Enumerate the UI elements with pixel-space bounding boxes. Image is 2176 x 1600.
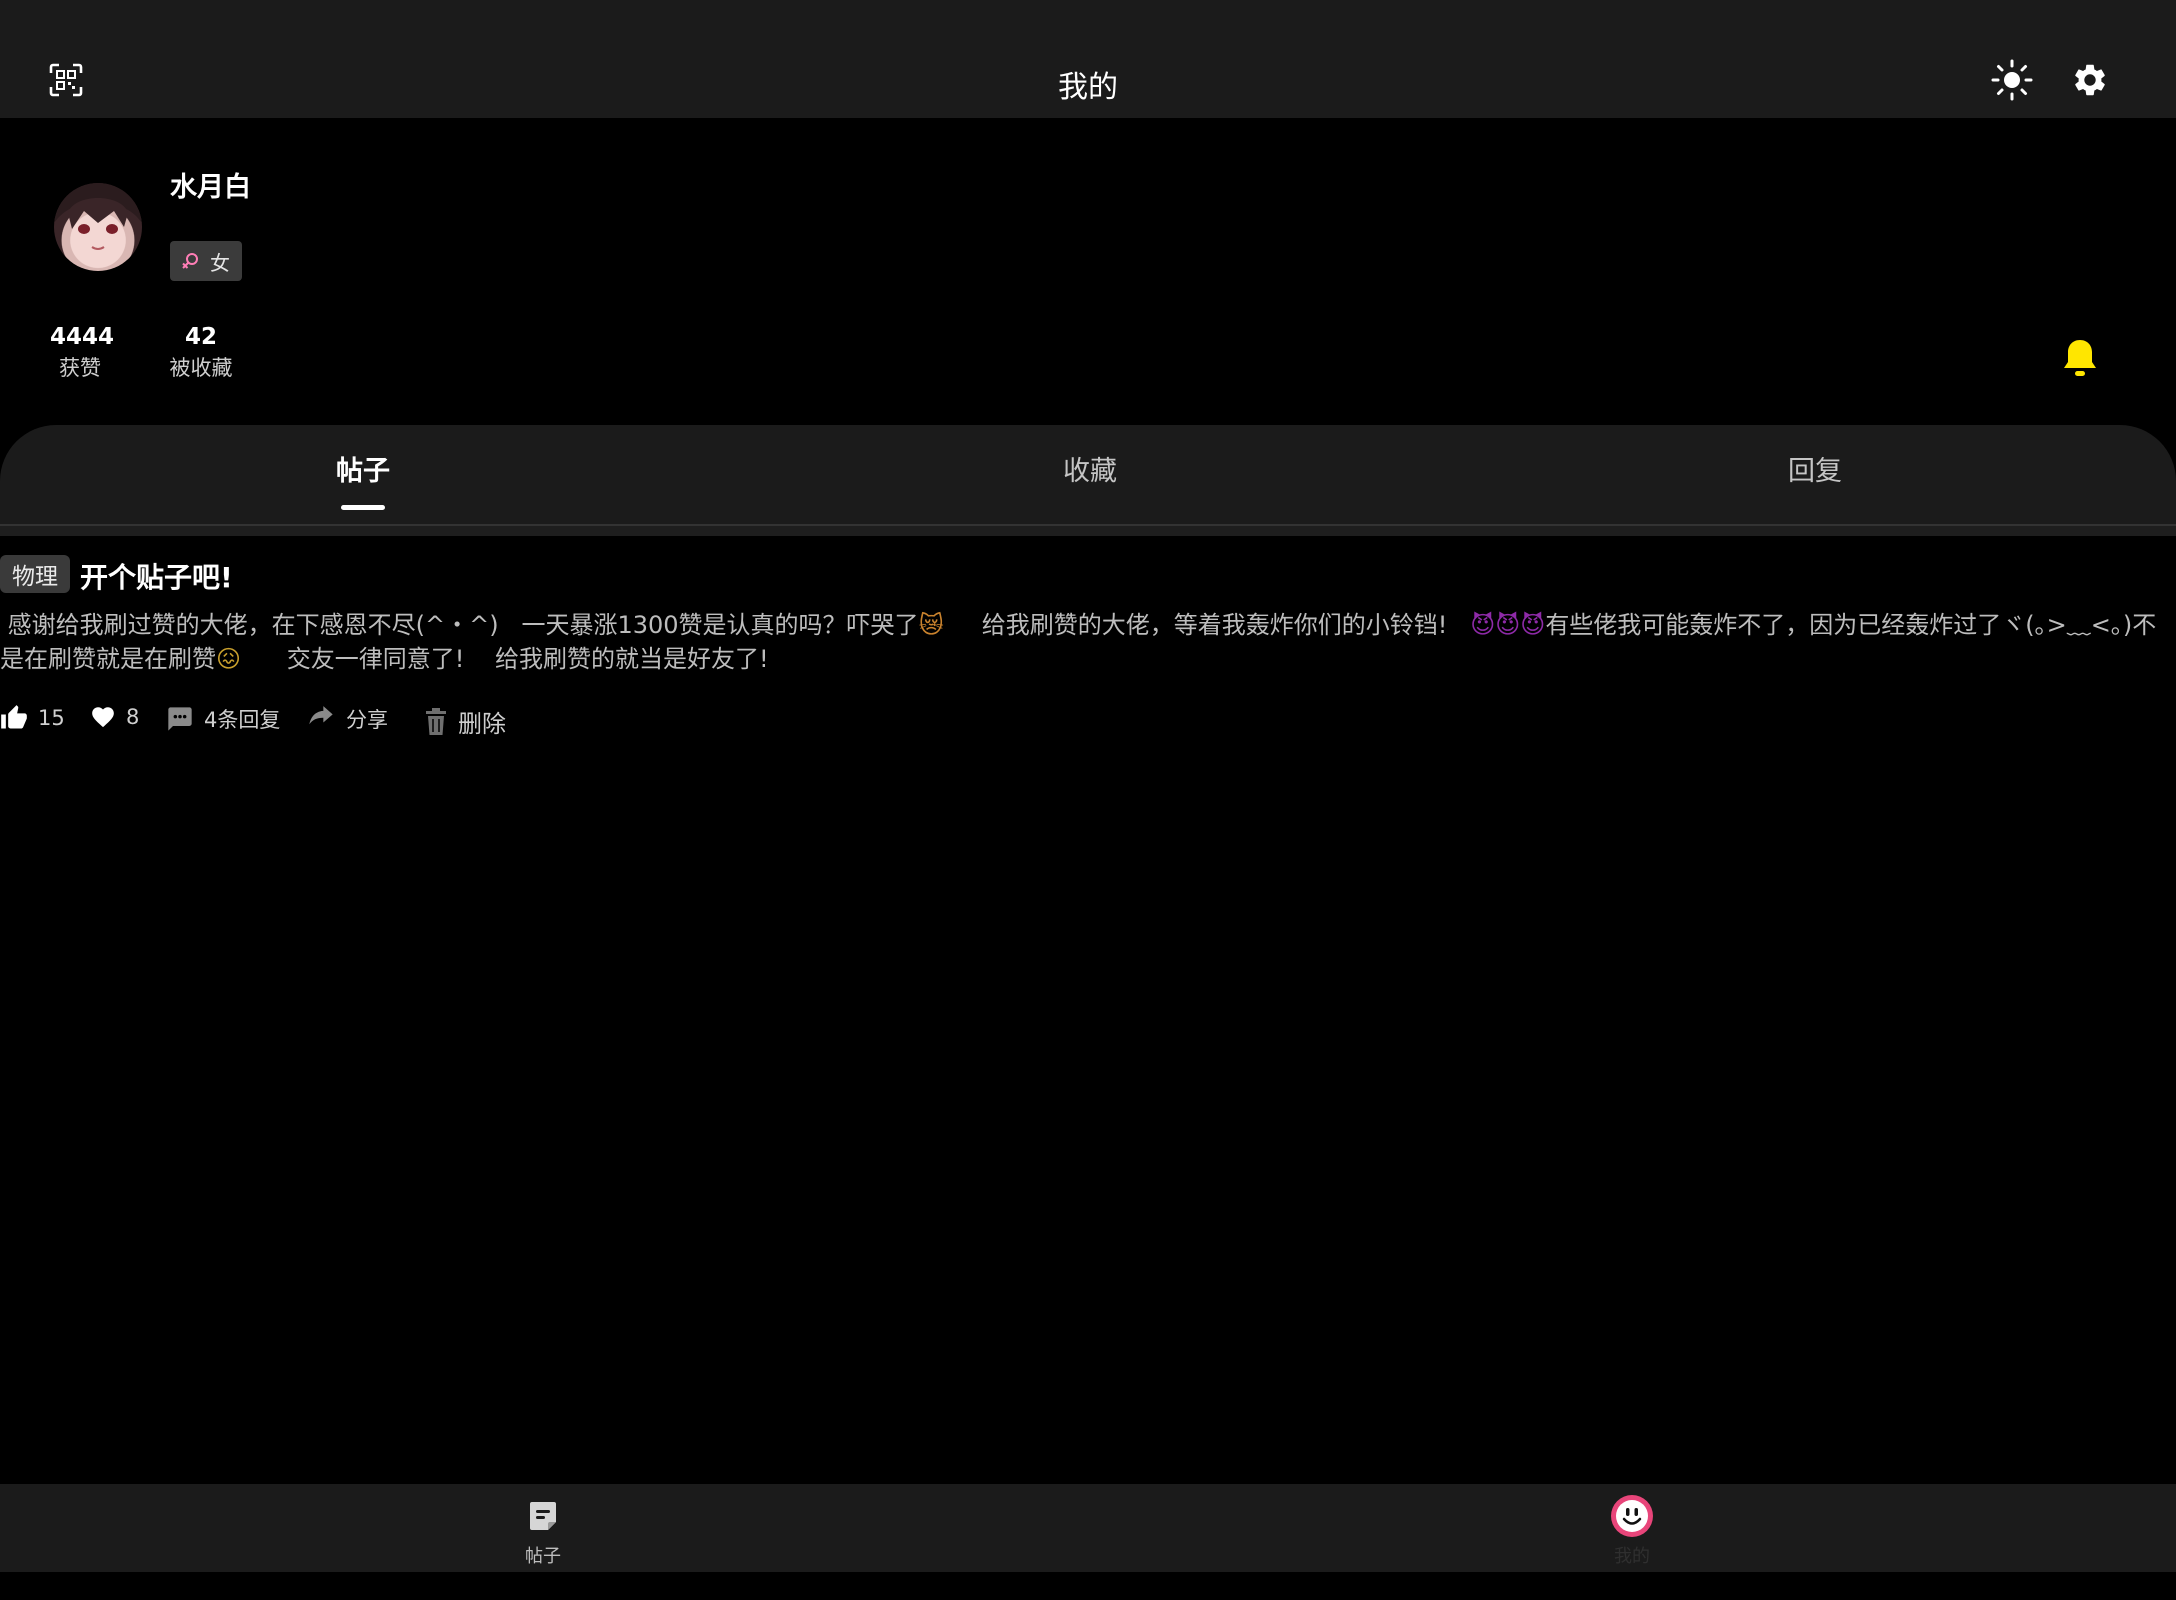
gender-badge: 女 <box>170 241 242 281</box>
female-symbol-icon <box>182 253 198 269</box>
top-app-bar: 我的 <box>0 0 2176 118</box>
confounded-face-emoji: 😖 <box>216 645 242 673</box>
favorited-label: 被收藏 <box>169 356 233 380</box>
nav-me-icon-wrap <box>1610 1494 1654 1538</box>
delete-label: 删除 <box>458 710 506 738</box>
trash-icon <box>426 707 446 735</box>
nav-me-label: 我的 <box>1614 1546 1650 1567</box>
share-button[interactable]: 分享 <box>306 704 388 734</box>
tabs-divider <box>0 524 2176 536</box>
nav-me[interactable]: 我的 <box>1572 1484 1692 1572</box>
tab-favorites[interactable]: 收藏 <box>1063 449 1117 488</box>
avatar-image <box>54 183 142 250</box>
post-body[interactable]: 感谢给我刷过赞的大佬，在下感恩不尽(^・^) 一天暴涨1300赞是认真的吗？吓哭… <box>0 608 2170 676</box>
notification-bell-button[interactable] <box>2062 338 2098 378</box>
likes-count: 4444 <box>50 324 115 350</box>
thumbs-up-icon <box>1 705 27 729</box>
post-body-text: 交友一律同意了! 给我刷赞的就当是好友了! <box>241 645 769 673</box>
share-label: 分享 <box>346 708 388 732</box>
crying-cat-emoji: 😿 <box>918 611 944 639</box>
reply-button[interactable]: 4条回复 <box>166 704 280 734</box>
gear-icon <box>2075 64 2105 96</box>
post-body-text: 给我刷赞的大佬，等着我轰炸你们的小铃铛! <box>943 611 1471 639</box>
likes-stat[interactable]: 4444 获赞 <box>50 322 115 384</box>
post-category-tag[interactable]: 物理 <box>0 555 70 593</box>
post-body-text: 感谢给我刷过赞的大佬，在下感恩不尽(^・^) 一天暴涨1300赞是认真的吗？吓哭… <box>0 611 919 639</box>
heart-button[interactable]: 8 <box>90 704 139 730</box>
theme-toggle-button[interactable] <box>1984 52 2040 108</box>
favorited-count: 42 <box>184 324 217 350</box>
content-tabs: 帖子 收藏 回复 <box>0 425 2176 525</box>
tab-replies[interactable]: 回复 <box>1788 449 1842 488</box>
tab-posts[interactable]: 帖子 <box>336 449 390 488</box>
smiley-face-icon <box>1611 1495 1653 1537</box>
heart-count: 8 <box>126 705 140 729</box>
nav-posts[interactable]: 帖子 <box>483 1484 603 1572</box>
sun-icon <box>1991 59 2033 101</box>
settings-button[interactable] <box>2062 52 2118 108</box>
avatar[interactable] <box>54 183 142 271</box>
favorited-stat[interactable]: 42 被收藏 <box>166 322 236 384</box>
reply-count-label: 4条回复 <box>204 708 281 732</box>
comment-icon <box>168 707 192 731</box>
active-tab-indicator <box>341 505 385 510</box>
gender-label: 女 <box>210 250 230 275</box>
post-title[interactable]: 开个贴子吧! <box>80 556 233 596</box>
nav-posts-label: 帖子 <box>525 1546 561 1567</box>
bell-icon <box>2064 340 2096 376</box>
like-button[interactable]: 15 <box>0 704 65 732</box>
user-name: 水月白 <box>170 172 251 203</box>
like-count: 15 <box>38 706 65 730</box>
bottom-navigation: 帖子 我的 <box>0 1484 2176 1572</box>
page-title: 我的 <box>1058 70 1118 105</box>
heart-icon <box>92 707 114 728</box>
likes-label: 获赞 <box>59 356 101 380</box>
posts-icon <box>530 1502 556 1530</box>
share-icon <box>309 706 333 725</box>
devil-emoji: 😈😈😈 <box>1470 611 1546 639</box>
nav-posts-icon-wrap <box>521 1494 565 1538</box>
post-actions: 15 8 4条回复 分享 删除 <box>0 704 700 740</box>
delete-button[interactable]: 删除 <box>424 704 506 739</box>
